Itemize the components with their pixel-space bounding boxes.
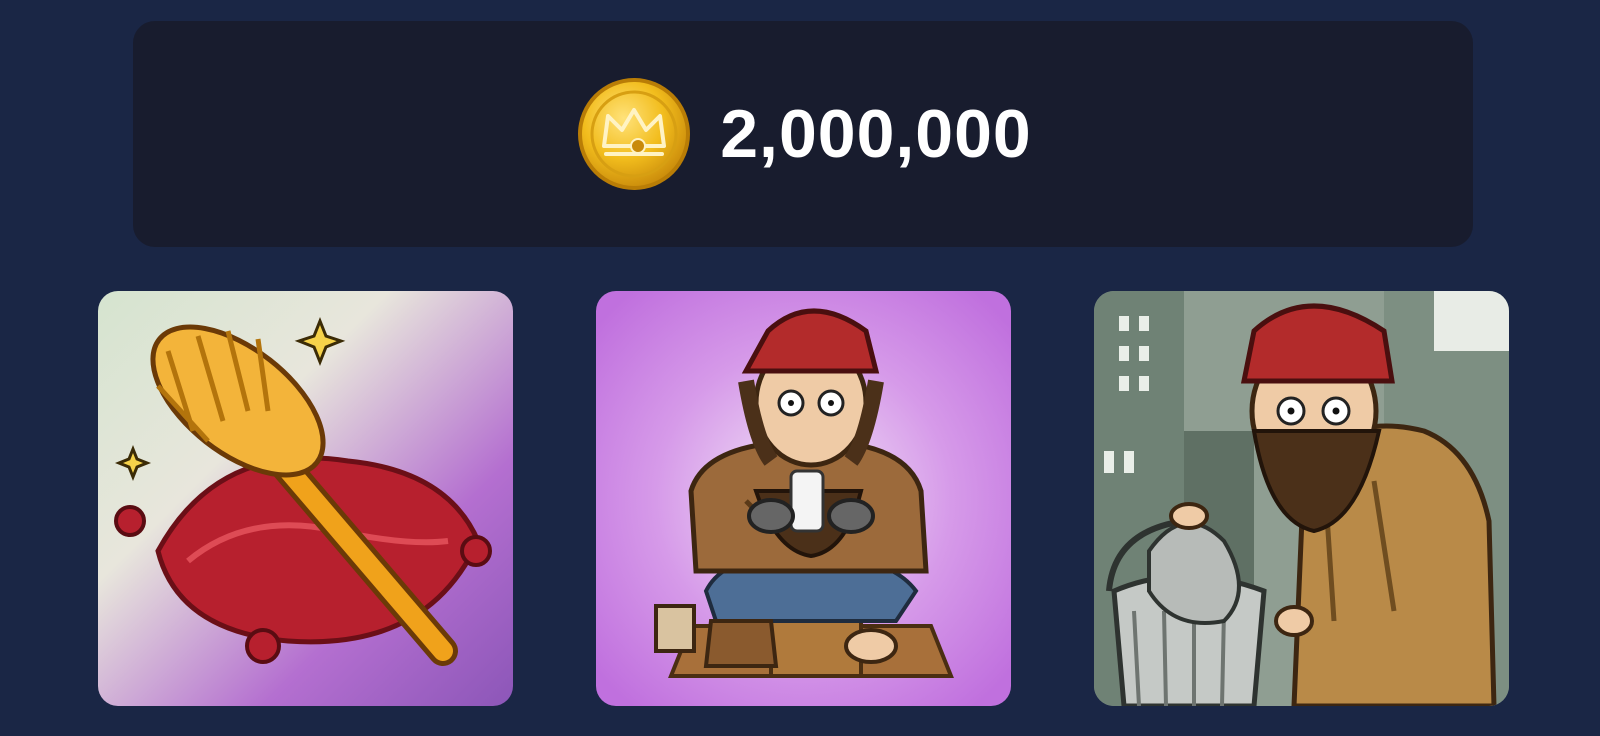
screen: 2,000,000 xyxy=(0,0,1600,736)
balance-amount: 2,000,000 xyxy=(720,96,1032,172)
item-card-toilet-brush[interactable] xyxy=(98,291,513,706)
item-card-homeless-trash[interactable] xyxy=(1094,291,1509,706)
homeless-man-with-phone-icon xyxy=(596,291,1011,706)
crown-coin-icon xyxy=(578,78,691,190)
item-card-homeless-phone[interactable] xyxy=(596,291,1011,706)
balance-panel: 2,000,000 xyxy=(133,21,1473,247)
toilet-brush-on-cushion-icon xyxy=(98,291,513,706)
card-grid xyxy=(98,291,1509,706)
homeless-man-with-trash-can-icon xyxy=(1094,291,1509,706)
